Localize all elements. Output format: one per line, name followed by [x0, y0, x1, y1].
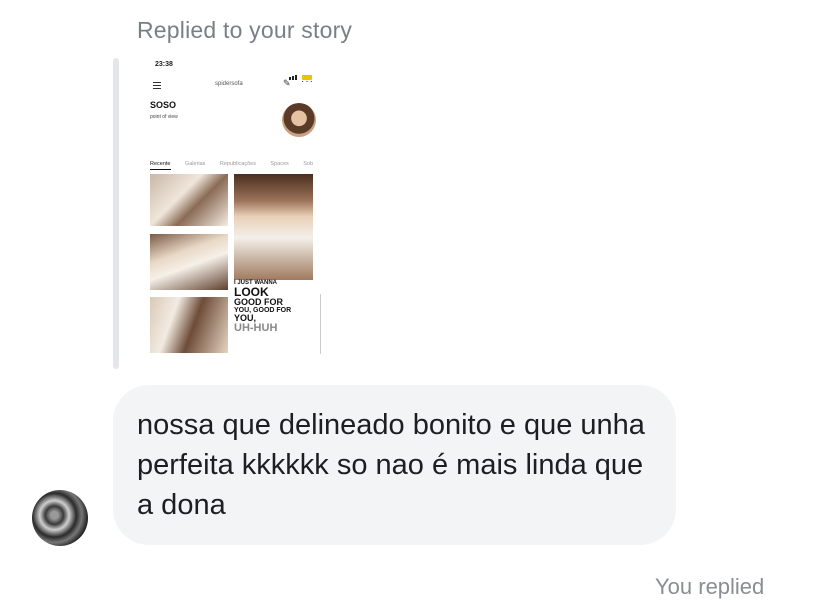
story-preview[interactable]: 23:38 spidersofa ✎ ··· SOSO point of vie…: [141, 58, 321, 360]
hamburger-menu-icon: [153, 82, 161, 91]
story-tab: Galerias: [184, 161, 206, 167]
message-text: nossa que delineado bonito e que unha pe…: [137, 409, 645, 521]
lyrics-line: UH-HUH: [234, 322, 278, 334]
lyrics-line: GOOD FOR: [234, 297, 283, 307]
story-tabs: Recente Galerias Republicações Spaces So…: [150, 152, 321, 170]
story-lyrics-text: I JUST WANNA LOOK GOOD FOR YOU, GOOD FOR…: [234, 280, 318, 334]
story-tab: Recente: [150, 161, 171, 170]
story-photo-tile: [150, 234, 228, 290]
story-photo-tile: [150, 174, 228, 226]
pencil-icon: ✎: [283, 78, 291, 88]
story-tab: Spaces: [270, 161, 289, 167]
story-photo-tile: [234, 174, 313, 280]
story-bio: point of view: [150, 114, 178, 120]
message-bubble[interactable]: nossa que delineado bonito e que unha pe…: [113, 385, 676, 545]
replied-to-story-label: Replied to your story: [137, 17, 353, 43]
story-tab: Republicações: [219, 161, 256, 167]
story-tab: Sob: [303, 161, 314, 167]
story-username: spidersofa: [215, 81, 243, 87]
story-profile-avatar: [282, 103, 316, 137]
story-photo-tile: [150, 297, 228, 353]
sender-avatar[interactable]: [32, 490, 88, 546]
story-status-time: 23:38: [155, 61, 173, 68]
you-replied-label: You replied: [655, 574, 765, 599]
more-icon: ···: [301, 76, 314, 87]
divider: [320, 294, 321, 354]
status-icons: [289, 62, 317, 80]
reply-quote-bar: [113, 58, 119, 369]
story-profile-name: SOSO: [150, 100, 177, 110]
